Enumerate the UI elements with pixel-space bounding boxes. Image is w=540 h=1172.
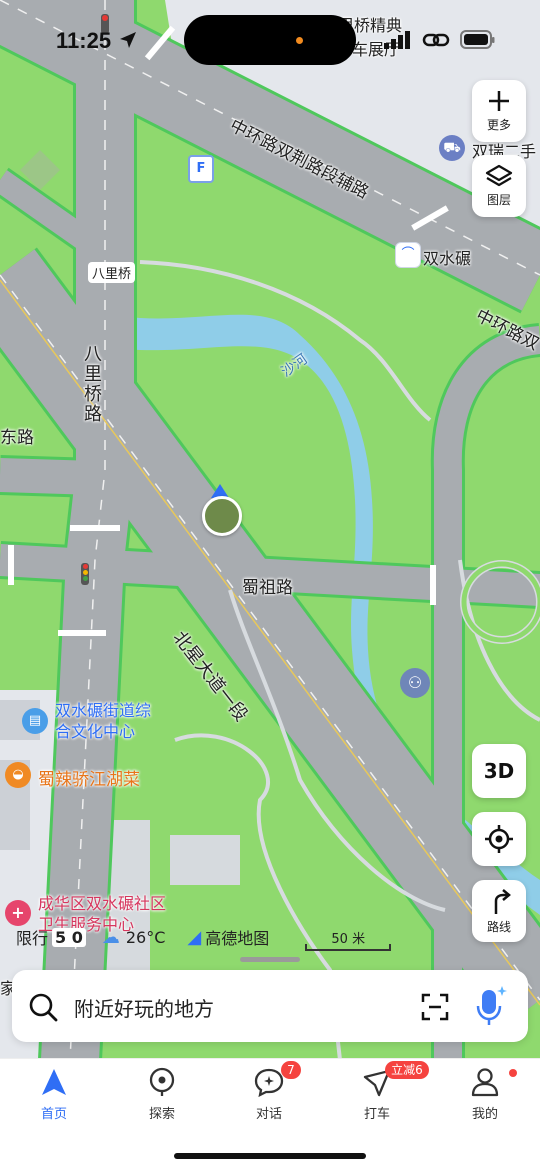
plus-icon <box>489 91 509 111</box>
brand-label: 高德地图 <box>205 929 270 948</box>
scan-icon[interactable] <box>420 992 450 1022</box>
restroom-icon[interactable]: ⚇ <box>400 668 430 698</box>
crosshair-icon <box>485 825 513 853</box>
route-button[interactable]: 路线 <box>472 880 526 942</box>
car-dealer-icon[interactable]: ⛟ <box>439 135 465 161</box>
home-arrow-icon <box>42 1069 66 1095</box>
signal-icon <box>384 31 410 49</box>
tab-chat[interactable]: 对话 7 <box>229 1061 309 1122</box>
status-bar: 11:25 <box>0 0 540 80</box>
location-pin-icon <box>149 1067 175 1096</box>
view-3d-label: 3D <box>483 759 515 783</box>
cloud-icon: ☁ <box>101 926 120 948</box>
taxi-discount-badge: 立减6 <box>385 1061 429 1079</box>
hospital-icon[interactable]: + <box>5 900 31 926</box>
notification-dot <box>509 1069 517 1077</box>
battery-icon <box>460 30 495 49</box>
tab-label: 探索 <box>148 1107 175 1122</box>
tab-label: 我的 <box>471 1107 498 1122</box>
user-location-marker[interactable] <box>200 484 242 536</box>
more-button[interactable]: 更多 <box>472 80 526 142</box>
location-arrow-icon <box>120 32 136 48</box>
route-arrow-icon <box>494 889 511 914</box>
layers-label: 图层 <box>486 193 511 207</box>
route-label: 路线 <box>486 920 511 934</box>
restriction-digits: 5 0 <box>52 927 86 947</box>
search-bar[interactable]: 附近好玩的地方 <box>12 970 528 1042</box>
link-icon <box>422 33 450 47</box>
poi-label[interactable]: 双水碾 <box>423 245 471 269</box>
road-label: 东路 <box>0 428 34 448</box>
more-label: 更多 <box>486 118 511 132</box>
sheet-handle[interactable] <box>240 957 300 962</box>
road-label: 蜀祖路 <box>242 578 293 598</box>
tab-explore[interactable]: 探索 <box>122 1067 202 1122</box>
home-indicator <box>174 1153 366 1159</box>
tab-label: 对话 <box>255 1107 282 1122</box>
locate-button[interactable] <box>472 812 526 866</box>
poi-label[interactable]: 双水碾街道综合文化中心 <box>55 700 165 742</box>
layers-button[interactable]: 图层 <box>472 155 526 217</box>
status-time: 11:25 <box>56 28 112 53</box>
view-3d-button[interactable]: 3D <box>472 744 526 798</box>
map-view[interactable]: 里桥精典 车展厅 中环路双荆路段辅路 ⛟ 双瑞二手 F ⌒ 双水碾 中环路双 八… <box>0 0 540 1060</box>
tab-label: 首页 <box>40 1107 67 1122</box>
weather-text: 26°C <box>125 927 166 947</box>
road-label: 八里桥路 <box>84 344 102 425</box>
tab-taxi[interactable]: 打车 立减6 <box>337 1061 429 1122</box>
layers-icon <box>485 164 513 187</box>
map-info-bar: 限行 5 0 ☁ 26°C ◢ 高德地图 50 米 <box>16 924 392 951</box>
chat-badge: 7 <box>281 1061 301 1079</box>
bridge-label: 八里桥 <box>88 262 136 283</box>
voice-assistant-icon[interactable] <box>474 984 508 1028</box>
parking-letter: F <box>196 161 206 176</box>
mic-indicator-dot <box>296 37 303 44</box>
restriction-label: 限行 <box>16 929 49 948</box>
search-icon <box>29 993 58 1022</box>
person-icon <box>471 1068 499 1097</box>
dynamic-island <box>184 15 356 65</box>
poi-label[interactable]: 蜀辣骄江湖菜 <box>38 765 140 790</box>
tab-label: 打车 <box>363 1107 390 1122</box>
culture-center-icon[interactable]: ▤ <box>22 708 48 734</box>
parking-icon[interactable]: F <box>188 155 214 183</box>
tab-home[interactable]: 首页 <box>14 1067 94 1122</box>
tab-profile[interactable]: 我的 <box>445 1067 525 1122</box>
search-input[interactable]: 附近好玩的地方 <box>74 993 214 1022</box>
transit-icon[interactable]: ⌒ <box>395 242 421 268</box>
scale-bar: 50 米 <box>305 928 392 951</box>
amap-logo-icon: ◢ <box>187 926 202 948</box>
restaurant-icon[interactable]: ◒ <box>5 762 31 788</box>
avatar <box>202 496 242 536</box>
traffic-light-icon <box>81 563 89 585</box>
